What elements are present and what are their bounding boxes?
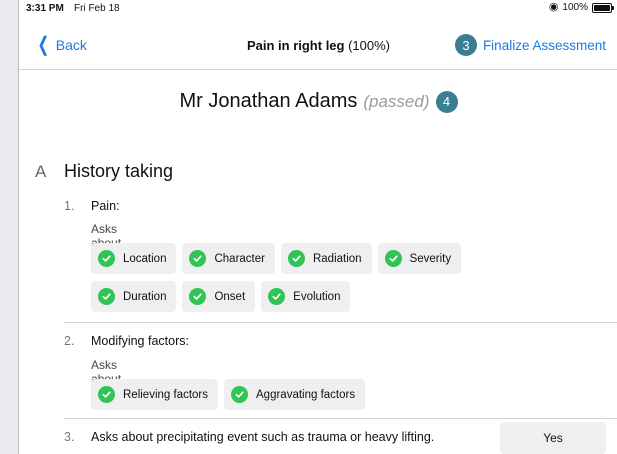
item-title: Pain: [91, 199, 120, 213]
device-screen: 3:31 PM Fri Feb 18 ◉ 100% ❮ Back Pain in… [18, 0, 617, 454]
status-date: Fri Feb 18 [74, 3, 120, 14]
patient-badge: 4 [435, 90, 458, 113]
chip-group-modifying-factors: Relieving factors Aggravating factors [91, 379, 481, 410]
item-number: 1. [64, 199, 75, 213]
chip-evolution[interactable]: Evolution [261, 281, 351, 312]
navigation-bar: ❮ Back Pain in right leg (100%) 3 Finali… [19, 28, 617, 62]
chip-label: Evolution [293, 290, 341, 303]
yes-answer-label: Yes [543, 431, 563, 445]
status-time: 3:31 PM [26, 3, 64, 14]
yes-answer-button[interactable]: Yes [500, 422, 606, 454]
chip-label: Character [214, 252, 265, 265]
section-title: History taking [64, 161, 174, 181]
chip-label: Radiation [312, 252, 362, 265]
chip-onset[interactable]: Onset [182, 281, 256, 312]
chip-label: Relieving factors [123, 388, 209, 401]
checkmark-icon [268, 288, 286, 305]
checkmark-icon [98, 386, 115, 403]
chip-severity[interactable]: Severity [377, 243, 462, 274]
checkmark-icon [287, 250, 305, 267]
chip-label: Onset [214, 290, 246, 303]
item-divider [64, 322, 617, 323]
chip-location[interactable]: Location [91, 243, 177, 274]
checkmark-icon [98, 288, 115, 305]
item-number: 3. [64, 430, 75, 444]
nav-divider [19, 69, 617, 70]
chip-radiation[interactable]: Radiation [280, 243, 372, 274]
patient-status: (passed) [363, 91, 430, 111]
chip-character[interactable]: Character [182, 243, 275, 274]
chip-relieving-factors[interactable]: Relieving factors [91, 379, 219, 410]
finalize-count-badge: 3 [454, 34, 477, 56]
finalize-assessment-button[interactable]: 3 Finalize Assessment [454, 34, 606, 56]
checkmark-icon [231, 386, 249, 403]
chip-label: Aggravating factors [256, 388, 356, 401]
item-number: 2. [64, 334, 75, 348]
status-bar: 3:31 PM Fri Feb 18 ◉ 100% [19, 0, 617, 16]
chip-duration[interactable]: Duration [91, 281, 177, 312]
page-title-progress: (100%) [344, 38, 391, 53]
patient-name: Mr Jonathan Adams [179, 90, 358, 112]
checkmark-icon [98, 250, 115, 267]
item-title: Asks about precipitating event such as t… [91, 430, 435, 444]
battery-percent: 100% [562, 2, 588, 13]
section-letter: A [35, 162, 47, 181]
patient-header: Mr Jonathan Adams (passed) 4 [19, 90, 617, 113]
checkmark-icon [189, 288, 207, 305]
chip-label: Severity [409, 252, 452, 265]
chip-label: Location [123, 252, 167, 265]
battery-icon [592, 2, 614, 13]
chip-aggravating-factors[interactable]: Aggravating factors [224, 379, 366, 410]
item-title: Modifying factors: [91, 334, 189, 348]
chip-label: Duration [123, 290, 167, 303]
checkmark-icon [189, 250, 207, 267]
item-divider [64, 418, 617, 419]
page-title-main: Pain in right leg [246, 38, 345, 53]
chip-group-pain: Location Character Radiation Severity Du… [91, 243, 481, 312]
checkmark-icon [384, 250, 402, 267]
finalize-label: Finalize Assessment [482, 37, 606, 53]
wifi-icon: ◉ [548, 1, 559, 13]
status-right: ◉ 100% [548, 1, 614, 13]
